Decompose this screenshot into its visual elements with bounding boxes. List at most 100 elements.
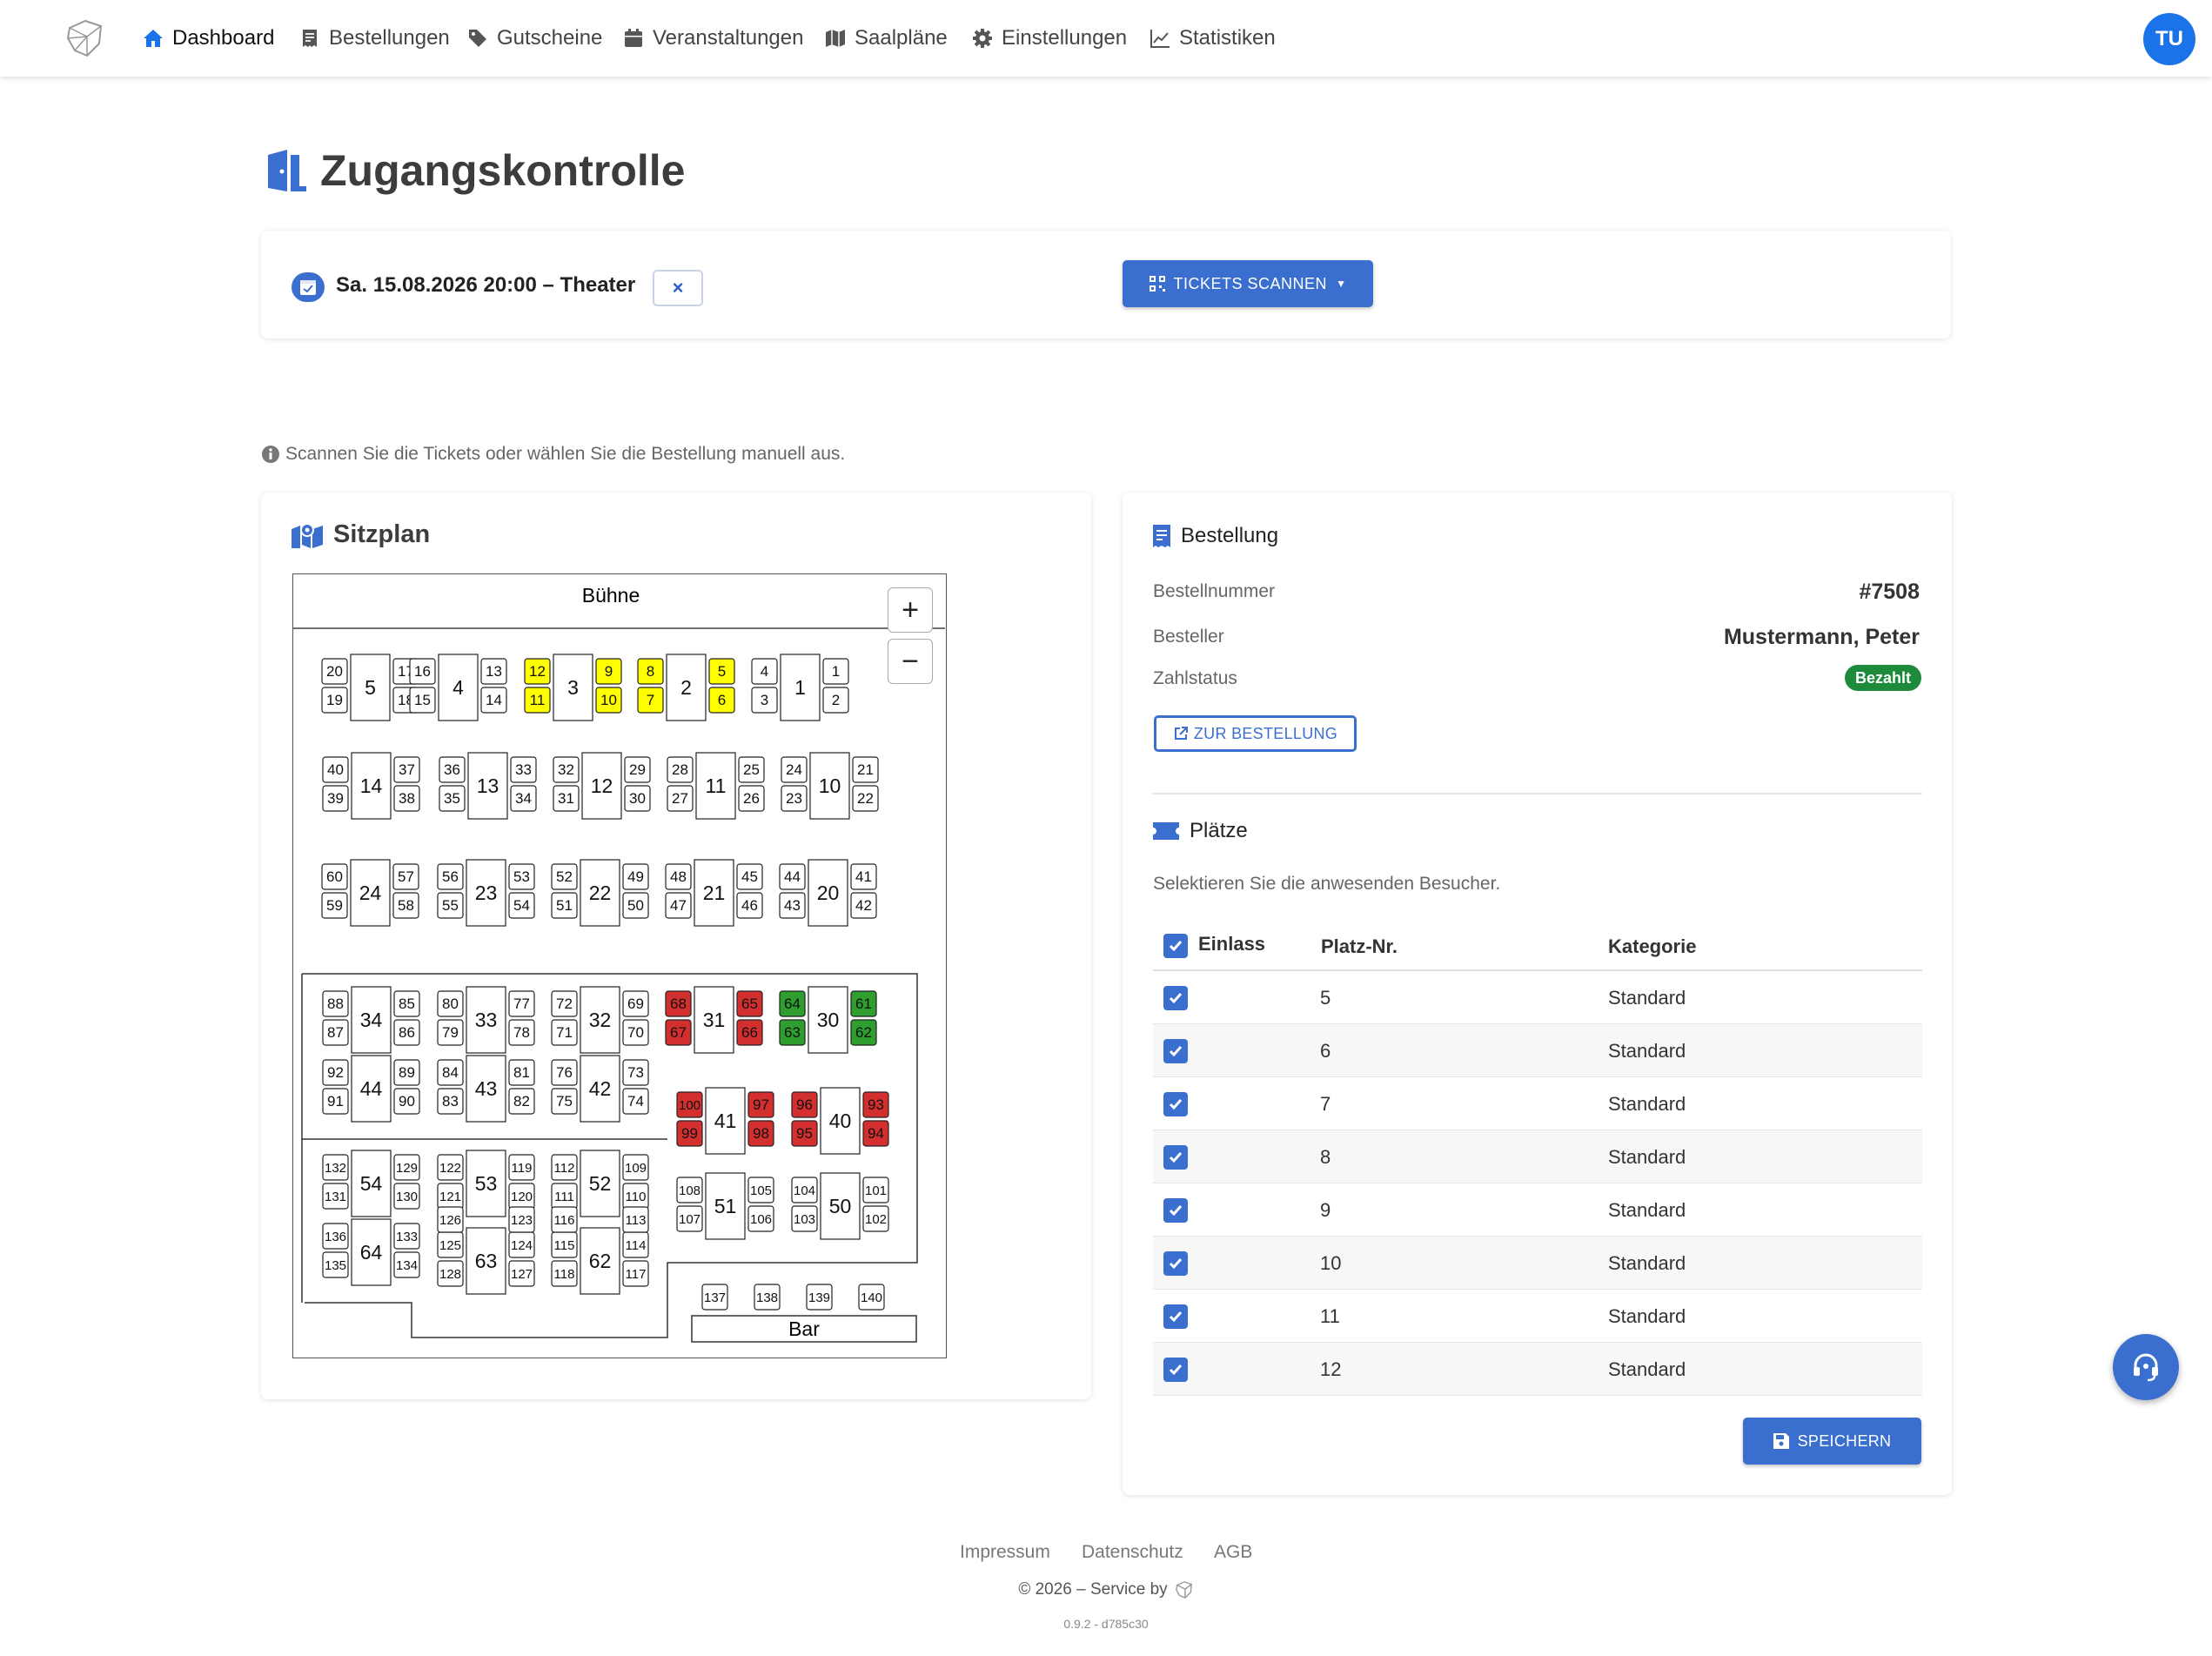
table-21[interactable]: 21	[694, 859, 734, 927]
seat-120[interactable]: 120	[508, 1183, 535, 1210]
table-4[interactable]: 4	[438, 654, 479, 721]
nav-statistiken[interactable]: Statistiken	[1150, 0, 1276, 77]
seat-57[interactable]: 57	[392, 863, 419, 890]
seat-49[interactable]: 49	[622, 863, 649, 890]
seat-87[interactable]: 87	[322, 1019, 349, 1046]
clear-event-button[interactable]: ×	[653, 270, 703, 306]
seat-140[interactable]: 140	[858, 1284, 885, 1311]
seat-15[interactable]: 15	[409, 687, 436, 714]
seat-125[interactable]: 125	[437, 1231, 464, 1258]
seat-4[interactable]: 4	[751, 658, 778, 685]
seat-34[interactable]: 34	[510, 785, 537, 812]
table-20[interactable]: 20	[808, 859, 848, 927]
seat-133[interactable]: 133	[393, 1223, 420, 1250]
seat-83[interactable]: 83	[437, 1088, 464, 1115]
seat-46[interactable]: 46	[736, 892, 763, 919]
seat-114[interactable]: 114	[622, 1231, 649, 1258]
table-32[interactable]: 32	[580, 986, 620, 1054]
seat-137[interactable]: 137	[701, 1284, 728, 1311]
seat-106[interactable]: 106	[747, 1205, 774, 1232]
table-1[interactable]: 1	[780, 654, 821, 721]
table-51[interactable]: 51	[705, 1172, 746, 1240]
seat-31[interactable]: 31	[553, 785, 580, 812]
seat-29[interactable]: 29	[624, 756, 651, 783]
table-44[interactable]: 44	[351, 1055, 392, 1123]
table-63[interactable]: 63	[466, 1227, 506, 1295]
table-13[interactable]: 13	[467, 752, 508, 820]
nav-dashboard[interactable]: Dashboard	[143, 0, 274, 77]
seat-7[interactable]: 7	[637, 687, 664, 714]
nav-bestellungen[interactable]: Bestellungen	[299, 0, 450, 77]
save-button[interactable]: SPEICHERN	[1743, 1418, 1921, 1465]
seat-138[interactable]: 138	[754, 1284, 781, 1311]
seat-89[interactable]: 89	[393, 1059, 420, 1086]
table-11[interactable]: 11	[695, 752, 736, 820]
table-row[interactable]: 6 Standard	[1153, 1024, 1922, 1077]
table-14[interactable]: 14	[351, 752, 392, 820]
seat-71[interactable]: 71	[551, 1019, 578, 1046]
seat-113[interactable]: 113	[622, 1206, 649, 1233]
seat-65[interactable]: 65	[736, 990, 763, 1017]
seat-115[interactable]: 115	[551, 1231, 578, 1258]
seat-100[interactable]: 100	[676, 1091, 703, 1118]
user-avatar[interactable]: TU	[2143, 13, 2195, 65]
seat-39[interactable]: 39	[322, 785, 349, 812]
table-row[interactable]: 9 Standard	[1153, 1183, 1922, 1237]
seat-68[interactable]: 68	[665, 990, 692, 1017]
attendance-checkbox[interactable]	[1163, 986, 1188, 1010]
seat-101[interactable]: 101	[862, 1177, 889, 1203]
table-33[interactable]: 33	[466, 986, 506, 1054]
seat-2[interactable]: 2	[822, 687, 849, 714]
seat-79[interactable]: 79	[437, 1019, 464, 1046]
table-43[interactable]: 43	[466, 1055, 506, 1123]
table-5[interactable]: 5	[350, 654, 391, 721]
seat-48[interactable]: 48	[665, 863, 692, 890]
seat-38[interactable]: 38	[393, 785, 420, 812]
seat-77[interactable]: 77	[508, 990, 535, 1017]
attendance-checkbox[interactable]	[1163, 1304, 1188, 1329]
seat-91[interactable]: 91	[322, 1088, 349, 1115]
table-row[interactable]: 12 Standard	[1153, 1343, 1922, 1396]
seat-124[interactable]: 124	[508, 1231, 535, 1258]
seat-28[interactable]: 28	[667, 756, 694, 783]
seat-16[interactable]: 16	[409, 658, 436, 685]
seat-69[interactable]: 69	[622, 990, 649, 1017]
seat-119[interactable]: 119	[508, 1154, 535, 1181]
seat-27[interactable]: 27	[667, 785, 694, 812]
table-row[interactable]: 11 Standard	[1153, 1290, 1922, 1343]
seat-32[interactable]: 32	[553, 756, 580, 783]
seat-60[interactable]: 60	[321, 863, 348, 890]
seat-93[interactable]: 93	[862, 1091, 889, 1118]
seat-102[interactable]: 102	[862, 1205, 889, 1232]
seat-25[interactable]: 25	[738, 756, 765, 783]
seat-52[interactable]: 52	[551, 863, 578, 890]
seat-36[interactable]: 36	[439, 756, 466, 783]
seat-41[interactable]: 41	[850, 863, 877, 890]
seat-51[interactable]: 51	[551, 892, 578, 919]
seat-33[interactable]: 33	[510, 756, 537, 783]
seat-26[interactable]: 26	[738, 785, 765, 812]
table-row[interactable]: 10 Standard	[1153, 1237, 1922, 1290]
seat-128[interactable]: 128	[437, 1260, 464, 1287]
seat-70[interactable]: 70	[622, 1019, 649, 1046]
seat-123[interactable]: 123	[508, 1206, 535, 1233]
seat-62[interactable]: 62	[850, 1019, 877, 1046]
seat-127[interactable]: 127	[508, 1260, 535, 1287]
seat-118[interactable]: 118	[551, 1260, 578, 1287]
seat-53[interactable]: 53	[508, 863, 535, 890]
seat-55[interactable]: 55	[437, 892, 464, 919]
table-54[interactable]: 54	[351, 1150, 392, 1217]
seat-81[interactable]: 81	[508, 1059, 535, 1086]
seat-116[interactable]: 116	[551, 1206, 578, 1233]
seat-84[interactable]: 84	[437, 1059, 464, 1086]
table-3[interactable]: 3	[553, 654, 593, 721]
seat-109[interactable]: 109	[622, 1154, 649, 1181]
table-53[interactable]: 53	[466, 1150, 506, 1217]
table-10[interactable]: 10	[809, 752, 850, 820]
seat-35[interactable]: 35	[439, 785, 466, 812]
attendance-checkbox[interactable]	[1163, 1198, 1188, 1223]
seat-108[interactable]: 108	[676, 1177, 703, 1203]
nav-veranstaltungen[interactable]: Veranstaltungen	[623, 0, 803, 77]
seat-63[interactable]: 63	[779, 1019, 806, 1046]
seat-3[interactable]: 3	[751, 687, 778, 714]
